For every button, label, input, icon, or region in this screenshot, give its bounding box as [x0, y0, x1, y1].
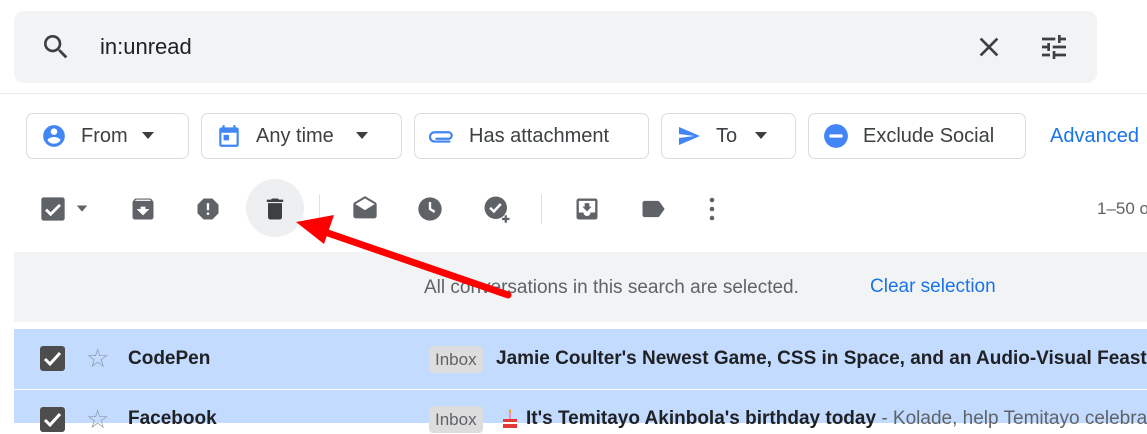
filter-from-chip[interactable]: From	[26, 113, 189, 159]
row-checkbox-icon[interactable]	[40, 346, 65, 371]
inbox-label: Inbox	[429, 346, 483, 373]
toolbar-separator	[319, 194, 320, 224]
inbox-label: Inbox	[429, 406, 483, 433]
email-row[interactable]: ☆ Facebook Inbox It's Temitayo Akinbola'…	[14, 390, 1147, 433]
filter-has-attachment-chip[interactable]: Has attachment	[414, 113, 649, 159]
select-dropdown-icon[interactable]	[68, 192, 96, 226]
select-all-checkbox-icon[interactable]	[36, 192, 70, 226]
email-sender: Facebook	[128, 408, 217, 429]
delete-icon[interactable]	[258, 192, 292, 226]
row-checkbox-icon[interactable]	[40, 407, 65, 432]
page-count: 1–50 of	[1097, 199, 1147, 218]
star-icon[interactable]: ☆	[86, 406, 109, 432]
person-circle-icon	[41, 123, 67, 149]
calendar-icon	[216, 123, 242, 149]
filter-exclude-social-chip[interactable]: Exclude Social	[808, 113, 1026, 159]
minus-circle-icon	[823, 123, 849, 149]
star-icon[interactable]: ☆	[86, 345, 109, 371]
filter-to-chip[interactable]: To	[661, 113, 796, 159]
chevron-down-icon	[141, 132, 154, 139]
more-options-icon[interactable]	[695, 192, 729, 226]
advanced-search-link[interactable]: Advanced	[1050, 125, 1139, 148]
selection-banner-text: All conversations in this search are sel…	[424, 277, 799, 298]
divider	[0, 93, 1147, 94]
close-icon[interactable]	[973, 31, 1005, 63]
email-subject: Jamie Coulter's Newest Game, CSS in Spac…	[496, 348, 1147, 369]
send-arrow-icon	[676, 123, 702, 149]
tune-icon[interactable]	[1037, 31, 1071, 63]
paperclip-icon	[429, 123, 455, 149]
filter-any-time-label: Any time	[256, 124, 334, 147]
email-subject-text: It's Temitayo Akinbola's birthday today	[526, 408, 877, 429]
search-input[interactable]: in:unread	[100, 34, 192, 60]
email-sender: CodePen	[128, 348, 211, 369]
email-row[interactable]: ☆ CodePen Inbox Jamie Coulter's Newest G…	[14, 329, 1147, 389]
search-icon[interactable]	[40, 31, 72, 63]
filter-from-label: From	[81, 124, 128, 147]
filter-to-label: To	[716, 124, 738, 147]
mark-as-read-icon[interactable]	[348, 192, 382, 226]
birthday-cake-icon	[503, 409, 517, 428]
filter-has-attachment-label: Has attachment	[469, 124, 610, 147]
filter-exclude-social-label: Exclude Social	[863, 124, 995, 147]
email-snippet: - Kolade, help Temitayo celebrate	[876, 408, 1147, 429]
email-subject: It's Temitayo Akinbola's birthday today …	[526, 408, 1147, 430]
report-spam-icon[interactable]	[191, 192, 225, 226]
chevron-down-icon	[355, 132, 368, 139]
toolbar-separator	[541, 194, 542, 224]
clear-selection-link[interactable]: Clear selection	[870, 276, 996, 298]
archive-icon[interactable]	[126, 192, 160, 226]
labels-icon[interactable]	[636, 192, 670, 226]
filter-any-time-chip[interactable]: Any time	[201, 113, 402, 159]
chevron-down-icon	[755, 132, 768, 139]
add-to-tasks-icon[interactable]	[480, 192, 514, 226]
move-to-icon[interactable]	[570, 192, 604, 226]
snooze-icon[interactable]	[413, 192, 447, 226]
